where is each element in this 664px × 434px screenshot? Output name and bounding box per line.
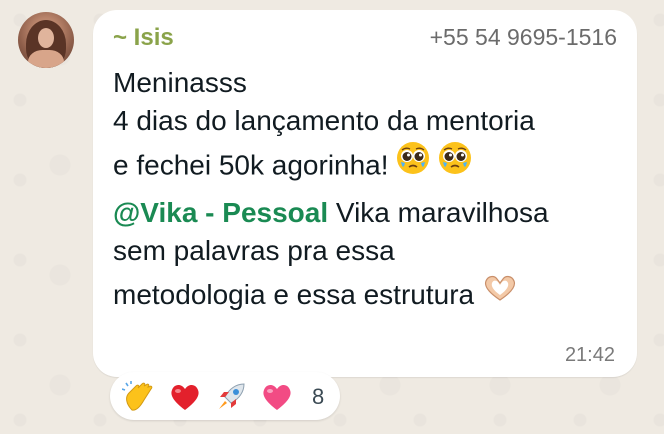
mention-link[interactable]: @Vika - Pessoal — [113, 197, 328, 228]
avatar[interactable] — [18, 12, 74, 68]
pleading-face-icon — [438, 141, 472, 187]
avatar-face — [38, 28, 54, 48]
message-line: @Vika - Pessoal Vika maravilhosa — [113, 194, 623, 232]
message-line: e fechei 50k agorinha! — [113, 141, 623, 190]
rocket-icon[interactable] — [214, 380, 248, 414]
avatar-body — [28, 50, 64, 68]
message-bubble[interactable]: ~ Isis +55 54 9695-1516 Meninasss 4 dias… — [93, 10, 637, 377]
message-line-text: Vika maravilhosa — [328, 197, 549, 228]
message-line-text: metodologia e essa estrutura — [113, 279, 475, 310]
pleading-face-icon — [396, 141, 430, 187]
sender-phone[interactable]: +55 54 9695-1516 — [430, 24, 617, 51]
message-line: metodologia e essa estrutura — [113, 274, 623, 318]
message-timestamp: 21:42 — [564, 344, 615, 366]
heart-hands-icon — [482, 273, 518, 315]
pink-heart-icon[interactable] — [260, 380, 294, 414]
message-text: Meninasss 4 dias do lançamento da mentor… — [113, 64, 623, 318]
reaction-count: 8 — [312, 384, 325, 409]
message-line-text: e fechei 50k agorinha! — [113, 149, 389, 181]
sender-name[interactable]: ~ Isis — [113, 24, 174, 52]
reactions-bar[interactable]: 8 — [110, 372, 340, 420]
sender-row: ~ Isis +55 54 9695-1516 — [113, 24, 617, 54]
message-line: sem palavras pra essa — [113, 235, 395, 266]
red-heart-icon[interactable] — [168, 380, 202, 414]
message-line: 4 dias do lançamento da mentoria — [113, 105, 535, 136]
message-line: Meninasss — [113, 67, 247, 98]
clap-icon[interactable] — [121, 380, 156, 414]
